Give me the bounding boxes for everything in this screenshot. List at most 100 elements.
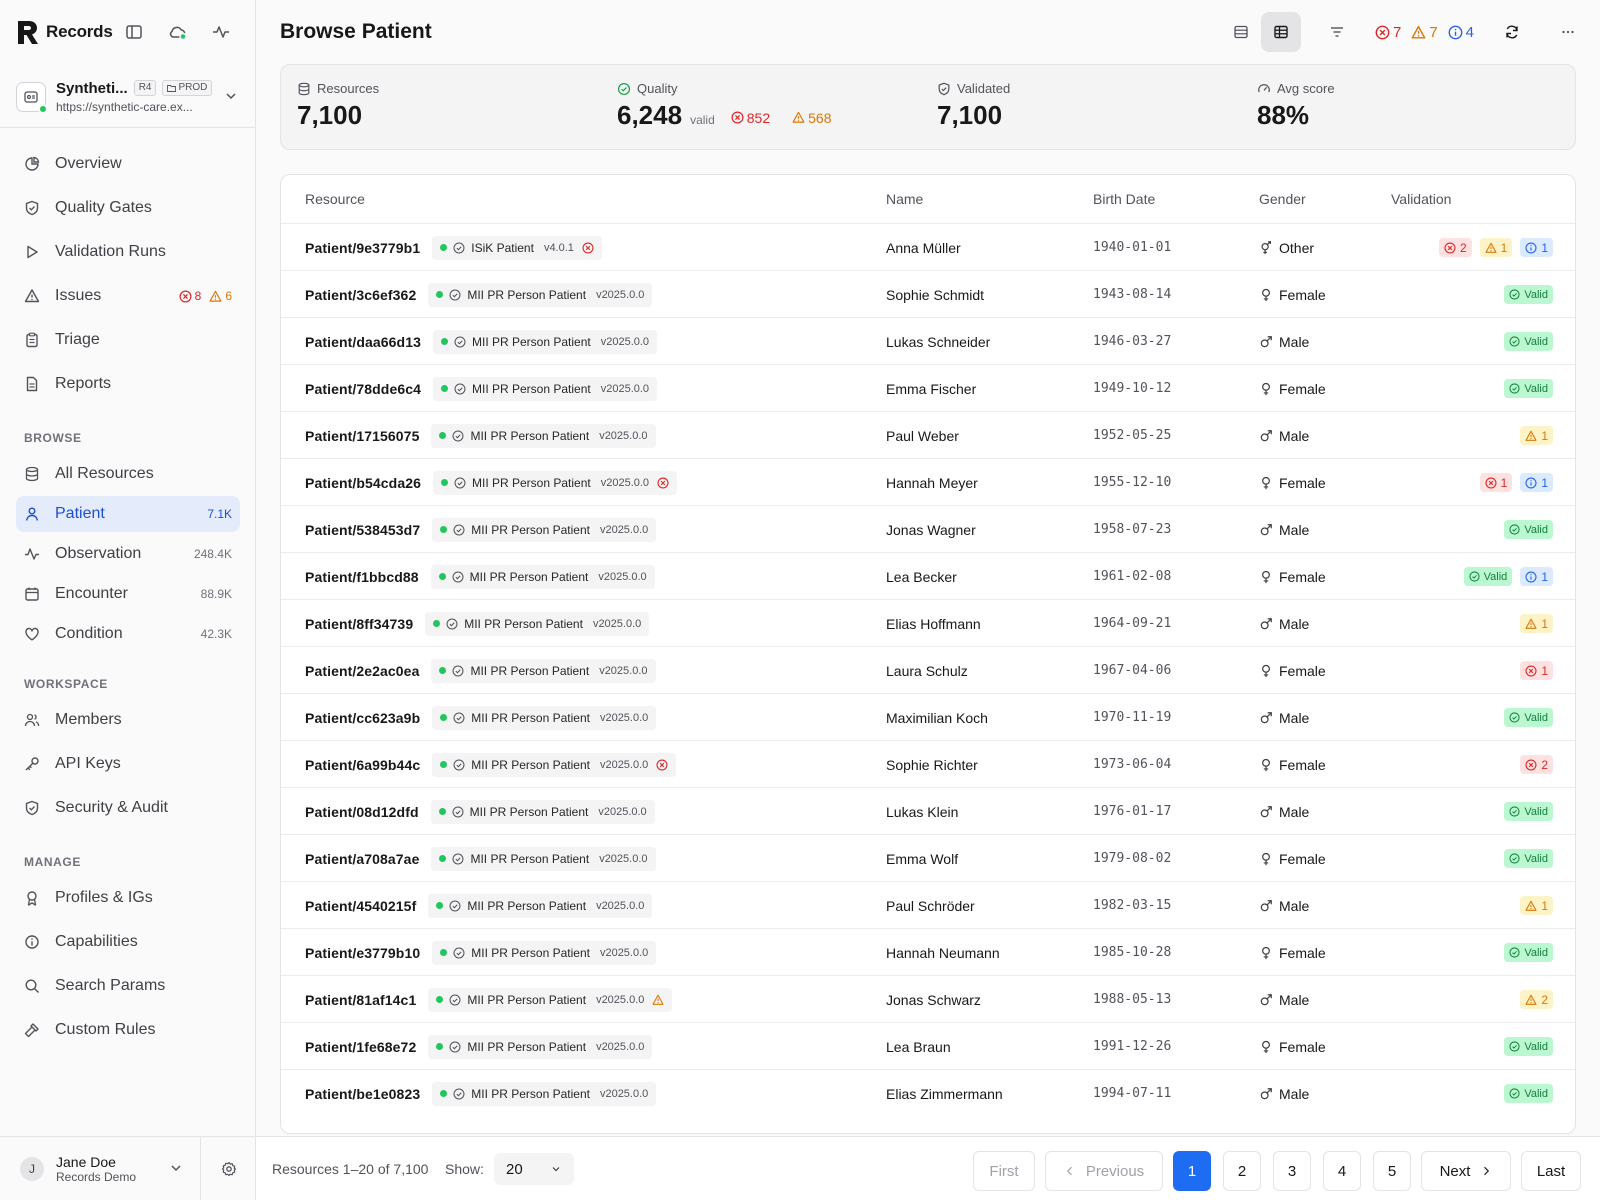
profile-chip[interactable]: MII PR Person Patient v2025.0.0 (428, 987, 673, 1012)
table-row[interactable]: Patient/e3779b10 MII PR Person Patient v2… (281, 928, 1575, 976)
nav-item-members[interactable]: Members (16, 702, 240, 738)
table-row[interactable]: Patient/9e3779b1 ISiK Patient v4.0.1 Anna… (281, 223, 1575, 271)
profile-chip[interactable]: MII PR Person Patient v2025.0.0 (430, 564, 655, 589)
profile-chip[interactable]: MII PR Person Patient v2025.0.0 (433, 470, 678, 495)
validation-badge-err[interactable]: 1 (1520, 661, 1553, 680)
sidebar-toggle-icon[interactable] (124, 22, 144, 42)
page-2-button[interactable]: 2 (1223, 1151, 1261, 1191)
page-3-button[interactable]: 3 (1273, 1151, 1311, 1191)
resource-id-link[interactable]: Patient/08d12dfd (305, 804, 419, 820)
list-view-button[interactable] (1221, 12, 1261, 52)
profile-chip[interactable]: MII PR Person Patient v2025.0.0 (433, 329, 658, 354)
nav-item-profiles-igs[interactable]: Profiles & IGs (16, 880, 240, 916)
validation-badge-ok[interactable]: Valid (1504, 849, 1553, 868)
header-issue-counts[interactable]: 7 7 4 (1375, 24, 1474, 41)
validation-badge-err[interactable]: 2 (1520, 755, 1553, 774)
table-row[interactable]: Patient/3c6ef362 MII PR Person Patient v2… (281, 270, 1575, 318)
table-row[interactable]: Patient/17156075 MII PR Person Patient v2… (281, 411, 1575, 459)
refresh-button[interactable] (1492, 12, 1532, 52)
nav-item-condition[interactable]: Condition 42.3K (16, 616, 240, 652)
profile-chip[interactable]: MII PR Person Patient v2025.0.0 (432, 517, 657, 542)
table-row[interactable]: Patient/be1e0823 MII PR Person Patient v2… (281, 1069, 1575, 1117)
table-row[interactable]: Patient/538453d7 MII PR Person Patient v2… (281, 505, 1575, 553)
nav-item-triage[interactable]: Triage (16, 322, 240, 358)
last-page-button[interactable]: Last (1521, 1151, 1581, 1191)
nav-item-capabilities[interactable]: Capabilities (16, 924, 240, 960)
profile-chip[interactable]: MII PR Person Patient v2025.0.0 (432, 940, 657, 965)
profile-chip[interactable]: MII PR Person Patient v2025.0.0 (431, 658, 656, 683)
column-header-validation[interactable]: Validation (1391, 175, 1451, 223)
validation-badge-ok[interactable]: Valid (1504, 520, 1553, 539)
resource-id-link[interactable]: Patient/6a99b44c (305, 757, 420, 773)
resource-id-link[interactable]: Patient/78dde6c4 (305, 381, 421, 397)
chevron-down-icon[interactable] (168, 1160, 184, 1176)
cloud-sync-icon[interactable] (168, 22, 188, 42)
resource-id-link[interactable]: Patient/1fe68e72 (305, 1039, 416, 1055)
nav-item-api-keys[interactable]: API Keys (16, 746, 240, 782)
validation-badge-ok[interactable]: Valid (1504, 802, 1553, 821)
profile-chip[interactable]: MII PR Person Patient v2025.0.0 (432, 705, 657, 730)
table-row[interactable]: Patient/2e2ac0ea MII PR Person Patient v2… (281, 646, 1575, 694)
profile-chip[interactable]: ISiK Patient v4.0.1 (432, 235, 602, 260)
validation-badge-ok[interactable]: Valid (1504, 943, 1553, 962)
resource-id-link[interactable]: Patient/f1bbcd88 (305, 569, 419, 585)
resource-id-link[interactable]: Patient/3c6ef362 (305, 287, 416, 303)
resource-id-link[interactable]: Patient/81af14c1 (305, 992, 416, 1008)
nav-item-security-audit[interactable]: Security & Audit (16, 790, 240, 826)
validation-badge-ok[interactable]: Valid (1504, 1037, 1553, 1056)
filter-button[interactable] (1317, 12, 1357, 52)
page-1-button[interactable]: 1 (1173, 1151, 1211, 1191)
resource-id-link[interactable]: Patient/daa66d13 (305, 334, 421, 350)
activity-pulse-icon[interactable] (211, 22, 231, 42)
nav-item-patient[interactable]: Patient 7.1K (16, 496, 240, 532)
validation-badge-warn[interactable]: 2 (1520, 990, 1553, 1009)
table-row[interactable]: Patient/daa66d13 MII PR Person Patient v2… (281, 317, 1575, 365)
profile-chip[interactable]: MII PR Person Patient v2025.0.0 (432, 1081, 657, 1106)
validation-badge-err[interactable]: 2 (1438, 238, 1472, 257)
profile-chip[interactable]: MII PR Person Patient v2025.0.0 (430, 799, 655, 824)
validation-badge-ok[interactable]: Valid (1504, 379, 1553, 398)
validation-badge-err[interactable]: 1 (1479, 473, 1513, 492)
table-row[interactable]: Patient/78dde6c4 MII PR Person Patient v2… (281, 364, 1575, 412)
validation-badge-ok[interactable]: Valid (1463, 567, 1513, 586)
nav-item-search-params[interactable]: Search Params (16, 968, 240, 1004)
nav-item-validation-runs[interactable]: Validation Runs (16, 234, 240, 270)
table-row[interactable]: Patient/81af14c1 MII PR Person Patient v2… (281, 975, 1575, 1023)
resource-id-link[interactable]: Patient/cc623a9b (305, 710, 420, 726)
nav-item-all-resources[interactable]: All Resources (16, 456, 240, 492)
column-header-birth-date[interactable]: Birth Date (1093, 175, 1155, 223)
workspace-switcher[interactable]: Syntheti... R4 PROD https://synthetic-ca… (0, 66, 255, 128)
resource-id-link[interactable]: Patient/538453d7 (305, 522, 420, 538)
table-view-button[interactable] (1260, 12, 1301, 52)
table-row[interactable]: Patient/6a99b44c MII PR Person Patient v2… (281, 740, 1575, 788)
validation-badge-info[interactable]: 1 (1520, 473, 1553, 492)
table-row[interactable]: Patient/1fe68e72 MII PR Person Patient v2… (281, 1022, 1575, 1070)
profile-chip[interactable]: MII PR Person Patient v2025.0.0 (432, 752, 677, 777)
nav-item-overview[interactable]: Overview (16, 146, 240, 182)
resource-id-link[interactable]: Patient/a708a7ae (305, 851, 419, 867)
page-size-select[interactable]: 20 (494, 1153, 574, 1185)
table-row[interactable]: Patient/cc623a9b MII PR Person Patient v2… (281, 693, 1575, 741)
resource-id-link[interactable]: Patient/8ff34739 (305, 616, 413, 632)
resource-id-link[interactable]: Patient/b54cda26 (305, 475, 421, 491)
validation-badge-ok[interactable]: Valid (1504, 1084, 1553, 1103)
nav-item-observation[interactable]: Observation 248.4K (16, 536, 240, 572)
resource-id-link[interactable]: Patient/e3779b10 (305, 945, 420, 961)
page-4-button[interactable]: 4 (1323, 1151, 1361, 1191)
resource-id-link[interactable]: Patient/17156075 (305, 428, 419, 444)
profile-chip[interactable]: MII PR Person Patient v2025.0.0 (433, 376, 658, 401)
page-5-button[interactable]: 5 (1373, 1151, 1411, 1191)
profile-chip[interactable]: MII PR Person Patient v2025.0.0 (428, 1034, 653, 1059)
table-row[interactable]: Patient/b54cda26 MII PR Person Patient v2… (281, 458, 1575, 506)
nav-item-quality-gates[interactable]: Quality Gates (16, 190, 240, 226)
validation-badge-warn[interactable]: 1 (1520, 426, 1553, 445)
resource-id-link[interactable]: Patient/4540215f (305, 898, 416, 914)
table-row[interactable]: Patient/8ff34739 MII PR Person Patient v2… (281, 599, 1575, 647)
nav-item-custom-rules[interactable]: Custom Rules (16, 1012, 240, 1048)
validation-badge-ok[interactable]: Valid (1504, 332, 1553, 351)
table-row[interactable]: Patient/a708a7ae MII PR Person Patient v2… (281, 834, 1575, 882)
nav-item-encounter[interactable]: Encounter 88.9K (16, 576, 240, 612)
next-page-button[interactable]: Next (1421, 1151, 1511, 1191)
nav-item-reports[interactable]: Reports (16, 366, 240, 402)
table-row[interactable]: Patient/08d12dfd MII PR Person Patient v2… (281, 787, 1575, 835)
